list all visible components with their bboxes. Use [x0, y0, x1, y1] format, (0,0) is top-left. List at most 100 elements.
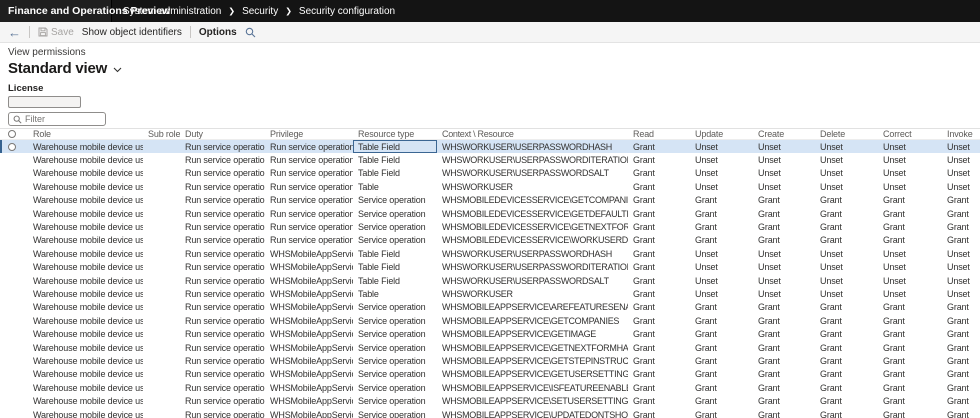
cell-create[interactable]: Unset [753, 140, 815, 153]
row-selector[interactable] [0, 381, 28, 394]
cell-update[interactable]: Unset [690, 180, 753, 193]
cell-sub-role[interactable] [143, 261, 180, 274]
cell-sub-role[interactable] [143, 234, 180, 247]
cell-correct[interactable]: Grant [878, 301, 942, 314]
breadcrumb-item-security-configuration[interactable]: Security configuration [299, 6, 395, 17]
cell-update[interactable]: Grant [690, 301, 753, 314]
cell-read[interactable]: Grant [628, 287, 690, 300]
cell-privilege[interactable]: Run service operations fo... [265, 167, 353, 180]
cell-duty[interactable]: Run service operations fo... [180, 220, 265, 233]
cell-role[interactable]: Warehouse mobile device user [28, 220, 143, 233]
save-button[interactable]: Save [38, 27, 74, 38]
cell-sub-role[interactable] [143, 368, 180, 381]
cell-read[interactable]: Grant [628, 274, 690, 287]
cell-invoke[interactable]: Unset [942, 167, 980, 180]
cell-correct[interactable]: Grant [878, 207, 942, 220]
cell-resource-type[interactable]: Table Field [353, 167, 437, 180]
cell-delete[interactable]: Grant [815, 394, 878, 407]
cell-read[interactable]: Grant [628, 314, 690, 327]
cell-resource-type[interactable]: Service operation [353, 354, 437, 367]
cell-correct[interactable]: Unset [878, 140, 942, 153]
cell-create[interactable]: Grant [753, 327, 815, 340]
row-selector[interactable] [0, 167, 28, 180]
cell-update[interactable]: Grant [690, 327, 753, 340]
cell-context[interactable]: WHSMOBILEDEVICESSERVICE\GETCOMPANIES [437, 194, 628, 207]
cell-context[interactable]: WHSWORKUSER\USERPASSWORDITERATIONS [437, 261, 628, 274]
col-header-context-resource[interactable]: Context \ Resource [437, 129, 628, 139]
cell-sub-role[interactable] [143, 394, 180, 407]
cell-update[interactable]: Grant [690, 381, 753, 394]
cell-invoke[interactable]: Grant [942, 301, 980, 314]
cell-create[interactable]: Grant [753, 368, 815, 381]
cell-role[interactable]: Warehouse mobile device user [28, 381, 143, 394]
cell-read[interactable]: Grant [628, 167, 690, 180]
cell-context[interactable]: WHSMOBILEAPPSERVICE\GETUSERSETTINGS [437, 368, 628, 381]
cell-create[interactable]: Grant [753, 341, 815, 354]
cell-delete[interactable]: Grant [815, 381, 878, 394]
cell-sub-role[interactable] [143, 274, 180, 287]
table-row[interactable]: Warehouse mobile device user Run service … [0, 166, 980, 181]
cell-duty[interactable]: Run service operations fo... [180, 261, 265, 274]
cell-sub-role[interactable] [143, 408, 180, 418]
cell-privilege[interactable]: WHSMobileAppServiceIn... [265, 274, 353, 287]
cell-duty[interactable]: Run service operations fo... [180, 167, 265, 180]
table-row[interactable]: Warehouse mobile device user Run service … [0, 153, 980, 167]
cell-update[interactable]: Grant [690, 394, 753, 407]
cell-invoke[interactable]: Unset [942, 274, 980, 287]
cell-privilege[interactable]: WHSMobileAppServiceIn... [265, 314, 353, 327]
cell-update[interactable]: Unset [690, 274, 753, 287]
cell-duty[interactable]: Run service operations fo... [180, 287, 265, 300]
cell-privilege[interactable]: WHSMobileAppServiceIn... [265, 261, 353, 274]
cell-update[interactable]: Unset [690, 167, 753, 180]
app-brand[interactable]: Finance and Operations Preview [0, 0, 170, 22]
cell-read[interactable]: Grant [628, 354, 690, 367]
cell-privilege[interactable]: WHSMobileAppServiceIn... [265, 408, 353, 418]
cell-correct[interactable]: Grant [878, 354, 942, 367]
cell-update[interactable]: Unset [690, 140, 753, 153]
cell-duty[interactable]: Run service operations fo... [180, 194, 265, 207]
cell-duty[interactable]: Run service operations fo... [180, 368, 265, 381]
cell-sub-role[interactable] [143, 341, 180, 354]
cell-delete[interactable]: Grant [815, 341, 878, 354]
cell-role[interactable]: Warehouse mobile device user [28, 207, 143, 220]
cell-duty[interactable]: Run service operations fo... [180, 394, 265, 407]
cell-context[interactable]: WHSMOBILEAPPSERVICE\GETCOMPANIES [437, 314, 628, 327]
cell-resource-type[interactable]: Service operation [353, 301, 437, 314]
col-header-duty[interactable]: Duty [180, 129, 265, 139]
cell-delete[interactable]: Grant [815, 368, 878, 381]
row-selector[interactable] [0, 247, 28, 260]
cell-invoke[interactable]: Grant [942, 220, 980, 233]
cell-sub-role[interactable] [143, 140, 180, 153]
cell-sub-role[interactable] [143, 287, 180, 300]
row-selector[interactable] [0, 220, 28, 233]
row-selector[interactable] [0, 341, 28, 354]
cell-invoke[interactable]: Grant [942, 354, 980, 367]
cell-create[interactable]: Grant [753, 301, 815, 314]
cell-privilege[interactable]: WHSMobileAppServiceIn... [265, 301, 353, 314]
table-row[interactable]: Warehouse mobile device user Run service … [0, 381, 980, 395]
cell-privilege[interactable]: Run service operations fo... [265, 140, 353, 153]
cell-invoke[interactable]: Grant [942, 368, 980, 381]
cell-correct[interactable]: Unset [878, 261, 942, 274]
cell-invoke[interactable]: Grant [942, 341, 980, 354]
cell-duty[interactable]: Run service operations fo... [180, 234, 265, 247]
cell-role[interactable]: Warehouse mobile device user [28, 234, 143, 247]
view-selector[interactable]: Standard view [8, 60, 980, 77]
cell-correct[interactable]: Grant [878, 381, 942, 394]
cell-delete[interactable]: Unset [815, 180, 878, 193]
cell-read[interactable]: Grant [628, 394, 690, 407]
cell-resource-type[interactable]: Service operation [353, 220, 437, 233]
row-selector[interactable] [0, 394, 28, 407]
license-field[interactable] [8, 96, 81, 108]
table-row[interactable]: Warehouse mobile device user Run service … [0, 367, 980, 382]
cell-create[interactable]: Grant [753, 234, 815, 247]
cell-context[interactable]: WHSMOBILEDEVICESSERVICE\WORKUSERDISPLAYS… [437, 234, 628, 247]
cell-correct[interactable]: Unset [878, 167, 942, 180]
cell-resource-type[interactable]: Table Field [353, 140, 437, 153]
cell-correct[interactable]: Grant [878, 234, 942, 247]
cell-resource-type[interactable]: Service operation [353, 194, 437, 207]
cell-sub-role[interactable] [143, 247, 180, 260]
table-row[interactable]: Warehouse mobile device user Run service … [0, 140, 980, 154]
cell-duty[interactable]: Run service operations fo... [180, 341, 265, 354]
table-row[interactable]: Warehouse mobile device user Run service … [0, 394, 980, 408]
